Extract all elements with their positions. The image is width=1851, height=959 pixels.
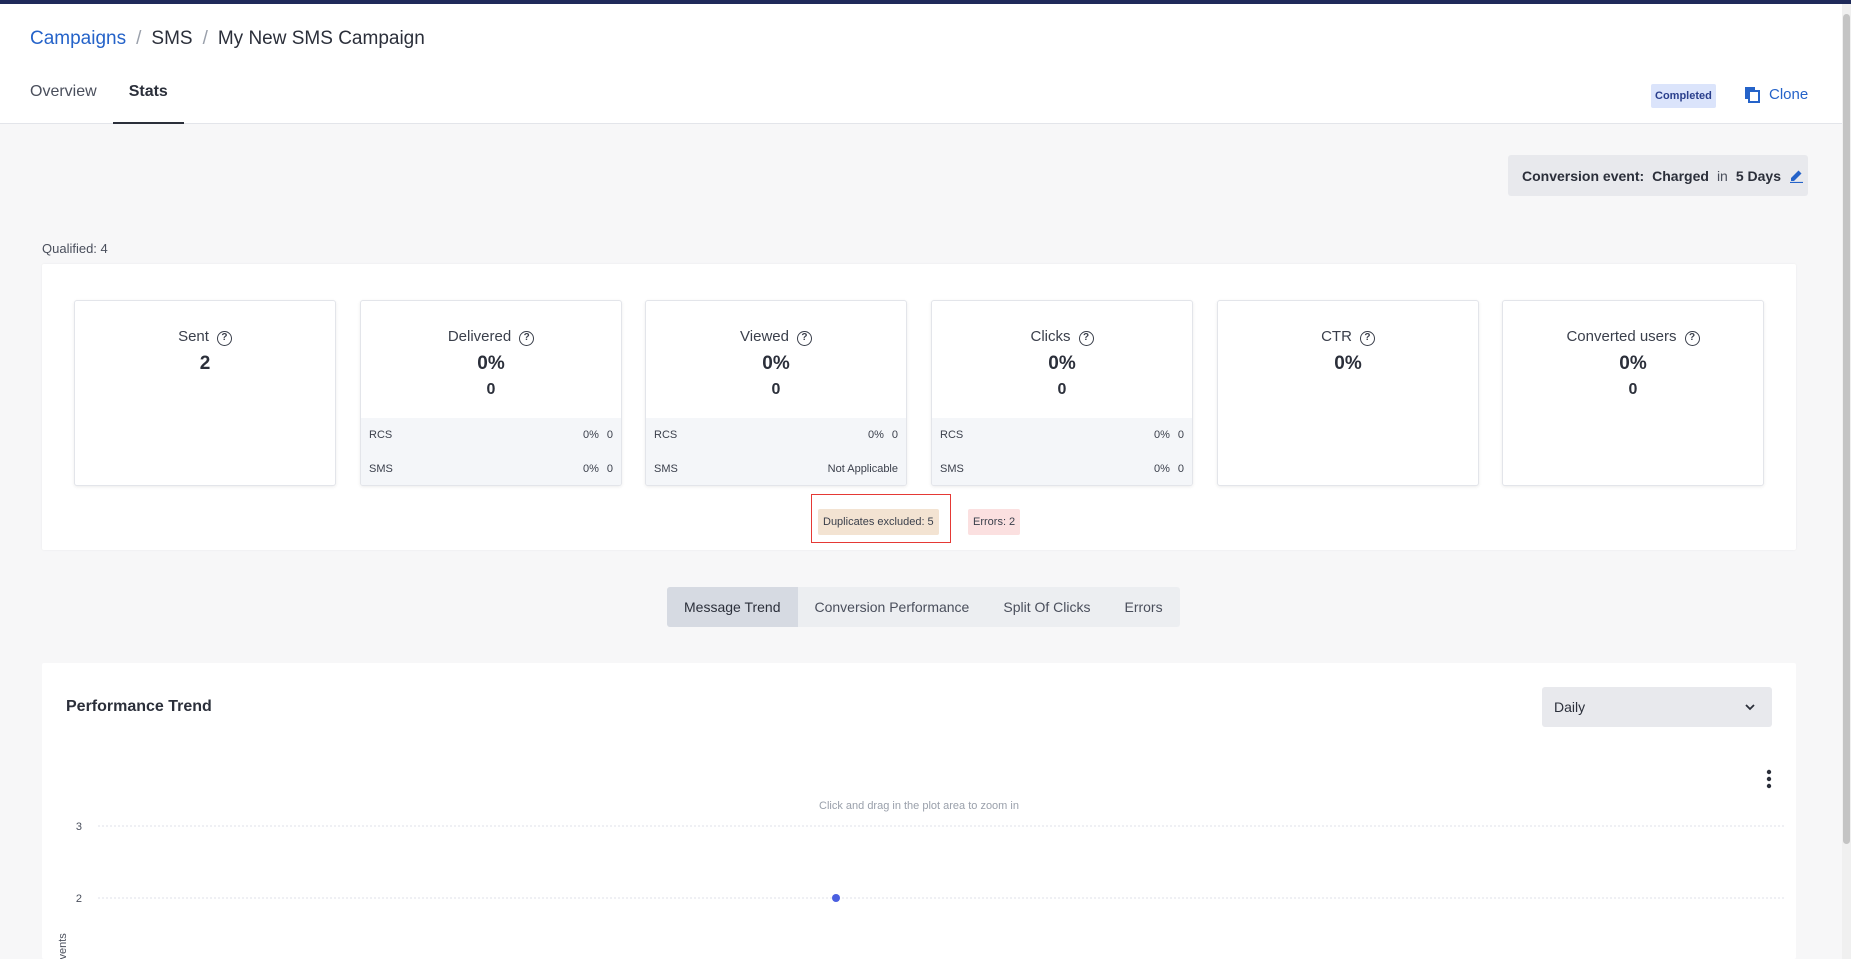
metric-percent: 0% — [1334, 353, 1362, 374]
metric-value: 2 — [199, 353, 211, 374]
metric-card-viewed: Viewed? 0% 0 RCS 0% 0 SMS Not Applicable — [645, 300, 907, 486]
breakdown-row-sms: SMS Not Applicable — [654, 463, 898, 475]
metric-percent: 0% — [1048, 353, 1076, 374]
help-icon[interactable]: ? — [519, 331, 535, 346]
metric-title: Viewed? — [646, 328, 906, 346]
copy-icon — [1745, 87, 1760, 103]
clone-button[interactable]: Clone — [1744, 86, 1808, 103]
metric-card-ctr: CTR? 0% — [1217, 300, 1479, 486]
trend-chart[interactable]: 2 3 Events — [42, 663, 1796, 959]
breakdown-row-sms: SMS 0% 0 — [940, 463, 1184, 475]
metric-card-sent: Sent? 2 — [74, 300, 336, 486]
metric-title: CTR? — [1218, 328, 1478, 346]
page-header: Campaigns / SMS / My New SMS Campaign Ov… — [0, 4, 1842, 124]
data-point — [832, 894, 840, 902]
help-icon[interactable]: ? — [216, 331, 232, 346]
metric-count: 0 — [486, 381, 496, 398]
help-icon[interactable]: ? — [1078, 331, 1094, 346]
pencil-icon — [1790, 170, 1803, 183]
performance-trend-panel: Performance Trend Daily Click and drag i… — [42, 663, 1796, 959]
tab-errors[interactable]: Errors — [1107, 587, 1179, 627]
metric-title: Converted users? — [1503, 328, 1763, 346]
metric-card-converted-users: Converted users? 0% 0 — [1502, 300, 1764, 486]
page-title: My New SMS Campaign — [217, 28, 425, 49]
channel-breakdown: RCS 0% 0 SMS Not Applicable — [646, 418, 906, 485]
metric-count: 0 — [771, 381, 781, 398]
metric-count: 0 — [1628, 381, 1638, 398]
y-tick-label: 2 — [76, 893, 82, 905]
channel-breakdown: RCS 0% 0 SMS 0% 0 — [361, 418, 621, 485]
y-tick-label: 3 — [76, 821, 82, 833]
conversion-window: 5 Days — [1735, 167, 1781, 184]
stats-view-tabs: Message Trend Conversion Performance Spl… — [667, 587, 1180, 627]
metric-count: 0 — [1057, 381, 1067, 398]
tab-overview[interactable]: Overview — [30, 80, 113, 124]
tab-stats[interactable]: Stats — [112, 80, 184, 124]
tab-split-of-clicks[interactable]: Split Of Clicks — [986, 587, 1107, 627]
help-icon[interactable]: ? — [796, 331, 812, 346]
conversion-event-name: Charged — [1652, 167, 1709, 184]
breakdown-row-sms: SMS 0% 0 — [369, 463, 613, 475]
metric-card-delivered: Delivered? 0% 0 RCS 0% 0 SMS 0% 0 — [360, 300, 622, 486]
conversion-in-text: in — [1716, 167, 1728, 184]
breakdown-row-rcs: RCS 0% 0 — [369, 429, 613, 441]
metric-title: Clicks? — [932, 328, 1192, 346]
page-tabs: Overview Stats — [30, 80, 184, 124]
metric-title: Delivered? — [361, 328, 621, 346]
status-badge: Completed — [1651, 84, 1716, 108]
tab-message-trend[interactable]: Message Trend — [667, 587, 798, 627]
help-icon[interactable]: ? — [1359, 331, 1375, 346]
metric-title: Sent? — [75, 328, 335, 346]
metric-percent: 0% — [477, 353, 505, 374]
breadcrumb: Campaigns / SMS / My New SMS Campaign — [30, 28, 425, 50]
y-axis-label: Events — [57, 933, 69, 959]
breakdown-row-rcs: RCS 0% 0 — [940, 429, 1184, 441]
scrollbar-thumb[interactable] — [1843, 14, 1850, 844]
breadcrumb-campaigns-link[interactable]: Campaigns — [30, 28, 126, 50]
metric-card-clicks: Clicks? 0% 0 RCS 0% 0 SMS 0% 0 — [931, 300, 1193, 486]
breadcrumb-separator: / — [202, 28, 208, 49]
conversion-event-box: Conversion event: Charged in 5 Days — [1508, 155, 1808, 196]
tab-conversion-performance[interactable]: Conversion Performance — [798, 587, 987, 627]
channel-breakdown: RCS 0% 0 SMS 0% 0 — [932, 418, 1192, 485]
edit-conversion-button[interactable] — [1789, 168, 1804, 183]
breadcrumb-channel: SMS — [151, 28, 193, 49]
breadcrumb-separator: / — [136, 28, 142, 49]
help-icon[interactable]: ? — [1684, 331, 1700, 346]
breakdown-row-rcs: RCS 0% 0 — [654, 429, 898, 441]
clone-label: Clone — [1769, 86, 1809, 103]
qualified-count: Qualified: 4 — [42, 241, 108, 256]
metric-percent: 0% — [762, 353, 790, 374]
conversion-event-label: Conversion event: — [1522, 167, 1645, 184]
metric-percent: 0% — [1619, 353, 1647, 374]
errors-badge[interactable]: Errors: 2 — [968, 509, 1021, 535]
vertical-scrollbar[interactable] — [1842, 4, 1851, 959]
highlight-box — [811, 494, 951, 543]
